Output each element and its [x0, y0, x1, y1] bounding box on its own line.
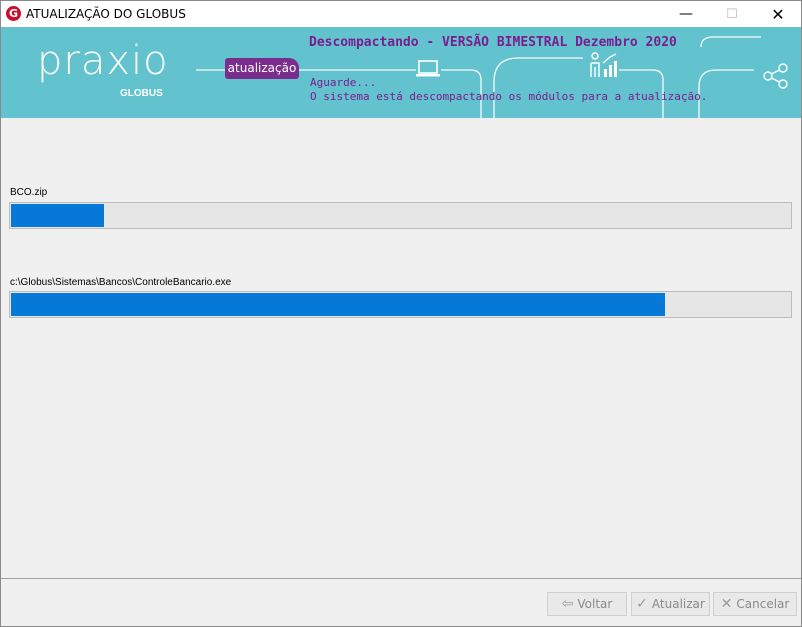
close-button[interactable]: ✕ — [755, 1, 801, 27]
progress-label-2: c:\Globus\Sistemas\Bancos\ControleBancar… — [10, 277, 232, 288]
back-button-label: Voltar — [577, 597, 613, 611]
share-icon — [763, 63, 788, 89]
progress-fill-1 — [11, 204, 104, 227]
progress-bar-2 — [9, 291, 792, 318]
minimize-button[interactable]: — — [663, 1, 709, 27]
title-bar: G ATUALIZAÇÃO DO GLOBUS — ☐ ✕ — [1, 1, 801, 27]
people-chart-icon — [590, 52, 617, 77]
header-banner: praxio GLOBUS atualização Descompactando… — [1, 27, 801, 118]
progress-bar-1 — [9, 202, 792, 229]
progress-label-1: BCO.zip — [10, 187, 48, 198]
status-line-2: O sistema está descompactando os módulos… — [310, 90, 708, 103]
update-button-label: Atualizar — [651, 597, 705, 611]
progress-fill-2 — [11, 293, 665, 316]
maximize-button[interactable]: ☐ — [709, 1, 755, 27]
cancel-button-label: Cancelar — [736, 597, 790, 611]
back-button[interactable]: ⇦ Voltar — [547, 592, 627, 616]
cancel-x-icon: ✕ — [720, 596, 733, 612]
installer-window: G ATUALIZAÇÃO DO GLOBUS — ☐ ✕ praxio GLO… — [0, 0, 802, 627]
arrow-left-icon: ⇦ — [561, 596, 574, 612]
praxio-logo: praxio — [37, 38, 169, 84]
status-message: Aguarde... O sistema está descompactando… — [310, 76, 707, 104]
globus-app-icon: G — [6, 6, 21, 21]
checkmark-icon: ✓ — [636, 596, 648, 612]
cancel-button[interactable]: ✕ Cancelar — [713, 592, 797, 616]
atualizacao-tag: atualização — [225, 58, 299, 79]
banner-headline: Descompactando - VERSÃO BIMESTRAL Dezemb… — [309, 35, 677, 50]
laptop-icon — [416, 60, 440, 77]
status-line-1: Aguarde... — [310, 76, 377, 89]
footer-divider — [1, 578, 801, 579]
window-title: ATUALIZAÇÃO DO GLOBUS — [26, 7, 186, 21]
globus-logo-sub: GLOBUS — [120, 88, 163, 99]
update-button[interactable]: ✓ Atualizar — [631, 592, 710, 616]
